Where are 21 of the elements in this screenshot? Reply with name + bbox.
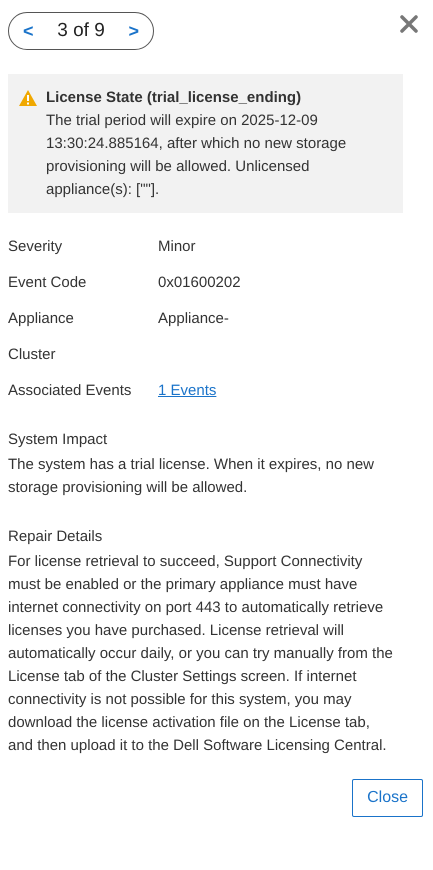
detail-label: Event Code <box>8 273 88 293</box>
section-body: The system has a trial license. When it expires, no new storage provisioning will be allowed. <box>8 455 375 498</box>
next-button[interactable]: > <box>126 20 141 42</box>
detail-label: Associated Events <box>8 381 132 401</box>
alert-message: The trial period will expire on 2025-12-09 13:30:24.885164, after which no new storage provisioning will be allowed. Unlicensed appliance(s): [""]. <box>46 111 348 200</box>
detail-value: Appliance- <box>158 309 230 329</box>
alert-title: License State (trial_license_ending) <box>46 88 302 108</box>
page-indicator: 3 of 9 <box>57 20 105 42</box>
detail-label: Cluster <box>8 345 57 365</box>
section-title: System Impact <box>8 430 108 450</box>
detail-label: Appliance <box>8 309 75 329</box>
detail-label: Severity <box>8 237 64 257</box>
detail-value: 0x01600202 <box>158 273 242 293</box>
close-button[interactable]: Close <box>352 779 423 817</box>
detail-value: Minor <box>158 237 197 257</box>
warning-icon <box>18 89 38 107</box>
close-icon[interactable] <box>399 14 419 34</box>
section-body: For license retrieval to succeed, Support Connectivity must be enabled or the primary appliance must have internet connectivity on port 443 to automatically retrieve licenses you have purchased. License retrieval will automatically occur daily, or you can try manually from the License tab of the Cluster Settings screen. If internet connectivity is not possible for this system, you may download the license activation file on the License tab, and then upload it to the Dell Software Licensing Central. <box>8 552 394 756</box>
previous-button[interactable]: < <box>21 20 36 42</box>
section-title: Repair Details <box>8 527 104 547</box>
events-link[interactable]: 1 Events <box>158 379 216 402</box>
